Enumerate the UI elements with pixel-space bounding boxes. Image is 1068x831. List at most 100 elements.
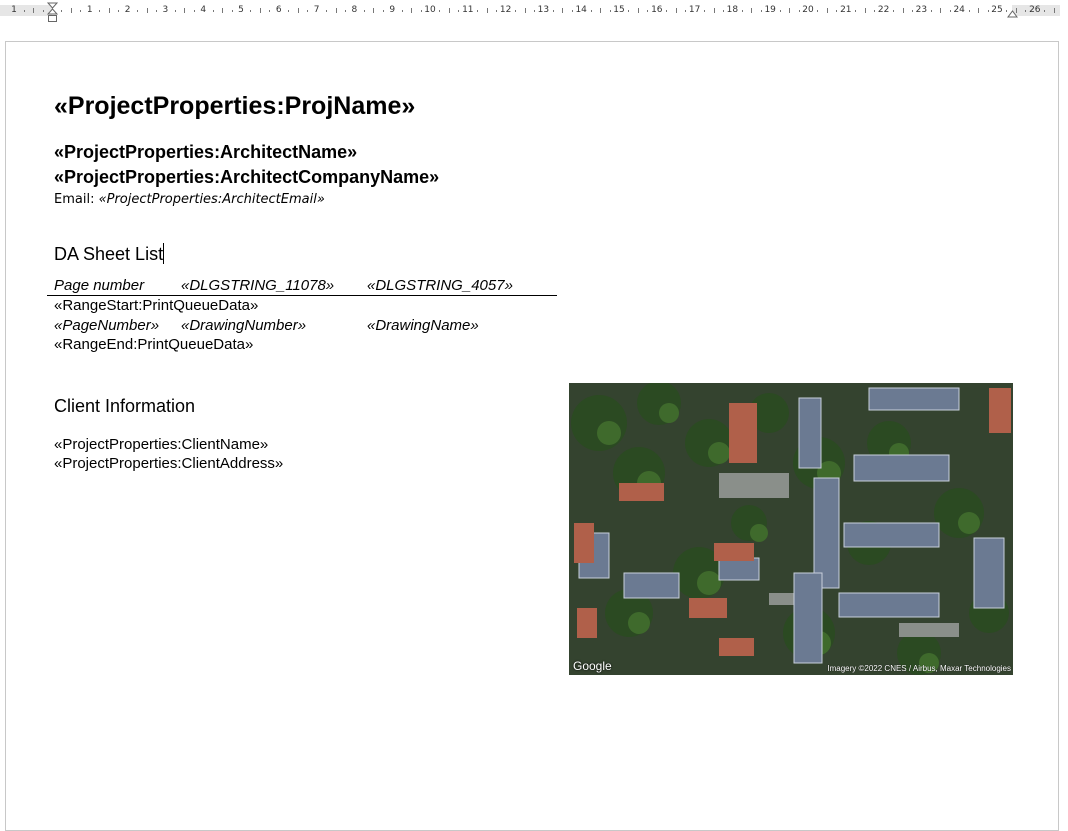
- ruler-tick: [968, 9, 970, 12]
- ruler-number: 2: [124, 5, 131, 15]
- ruler-tick: [713, 8, 715, 13]
- table-header-row[interactable]: Page number «DLGSTRING_11078» «DLGSTRING…: [54, 277, 564, 297]
- ruler-text-area: [52, 5, 1012, 16]
- aerial-map-image[interactable]: Google Imagery ©2022 CNES / Airbus, Maxa…: [569, 383, 1013, 675]
- ruler-tick: [477, 9, 479, 12]
- ruler-tick: [184, 8, 186, 13]
- ruler-tick: [382, 9, 384, 12]
- email-line[interactable]: Email: «ProjectProperties:ArchitectEmail…: [54, 192, 325, 207]
- ruler-tick: [80, 9, 82, 12]
- ruler-tick: [99, 9, 101, 12]
- email-label: Email:: [54, 192, 99, 207]
- ruler-tick: [420, 9, 422, 12]
- ruler-tick: [335, 8, 337, 13]
- ruler-tick: [609, 9, 611, 12]
- ruler-tick: [987, 9, 989, 12]
- ruler-tick: [344, 9, 346, 12]
- ruler-tick: [685, 9, 687, 12]
- ruler-number: 4: [200, 5, 207, 15]
- ruler-number: 14: [575, 5, 587, 15]
- client-address-field[interactable]: «ProjectProperties:ClientAddress»: [54, 455, 283, 472]
- imagery-credit: Imagery ©2022 CNES / Airbus, Maxar Techn…: [827, 664, 1011, 673]
- ruler-tick: [949, 9, 951, 12]
- ruler-tick: [108, 8, 110, 13]
- ruler-tick: [647, 9, 649, 12]
- right-indent-marker-icon[interactable]: [1007, 9, 1018, 18]
- ruler-number: 21: [840, 5, 852, 15]
- ruler-tick: [628, 9, 630, 12]
- ruler-tick: [1025, 9, 1027, 12]
- ruler-number: 9: [389, 5, 396, 15]
- client-name-field[interactable]: «ProjectProperties:ClientName»: [54, 436, 268, 453]
- ruler-number: 1: [86, 5, 93, 15]
- ruler-tick: [893, 9, 895, 12]
- text-cursor: [163, 243, 165, 264]
- ruler-number: 6: [275, 5, 282, 15]
- range-end-field[interactable]: «RangeEnd:PrintQueueData»: [54, 336, 253, 353]
- ruler-number: 23: [915, 5, 928, 15]
- ruler-tick: [751, 8, 753, 13]
- sheet-list-heading[interactable]: DA Sheet List: [54, 243, 165, 265]
- ruler-tick: [590, 9, 592, 12]
- ruler-tick: [458, 9, 460, 12]
- document-page[interactable]: «ProjectProperties:ProjName» «ProjectPro…: [5, 41, 1059, 831]
- ruler-tick: [722, 9, 724, 12]
- ruler-tick: [855, 9, 857, 12]
- ruler-tick: [637, 8, 639, 13]
- ruler-number: 18: [726, 5, 739, 15]
- ruler-tick: [269, 9, 271, 12]
- ruler-number: 16: [651, 5, 663, 15]
- ruler-number: 8: [351, 5, 358, 15]
- client-info-heading[interactable]: Client Information: [54, 396, 195, 417]
- ruler-tick: [70, 8, 72, 13]
- ruler-tick: [137, 9, 139, 12]
- architect-company-field[interactable]: «ProjectProperties:ArchitectCompanyName»: [54, 167, 439, 188]
- ruler-tick: [250, 9, 252, 12]
- architect-email-field[interactable]: «ProjectProperties:ArchitectEmail»: [99, 192, 325, 207]
- range-start-field[interactable]: «RangeStart:PrintQueueData»: [54, 297, 258, 314]
- ruler-tick: [42, 9, 44, 12]
- ruler-number: 13: [537, 5, 550, 15]
- ruler-tick: [760, 9, 762, 12]
- project-name-field[interactable]: «ProjectProperties:ProjName»: [54, 92, 415, 121]
- ruler-tick: [326, 9, 328, 12]
- ruler-number: 7: [313, 5, 320, 15]
- ruler-tick: [297, 8, 299, 13]
- ruler-tick: [1053, 8, 1055, 13]
- ruler-tick: [222, 8, 224, 13]
- header-drawing-name: «DLGSTRING_4057»: [367, 277, 513, 294]
- horizontal-ruler[interactable]: 1 1 2 3 4 5 6 7 8 9 10 11 12 13 14 15 16 17 18 19 20 21 22 23 24…: [0, 0, 1068, 22]
- ruler-number: 11: [462, 5, 474, 15]
- satellite-imagery: [569, 383, 1013, 675]
- ruler-tick: [118, 9, 120, 12]
- ruler-number: 22: [877, 5, 890, 15]
- ruler-tick: [448, 8, 450, 13]
- ruler-tick: [33, 8, 35, 13]
- ruler-tick: [666, 9, 668, 12]
- ruler-tick: [902, 8, 904, 13]
- ruler-tick: [817, 9, 819, 12]
- ruler-tick: [259, 8, 261, 13]
- table-row[interactable]: «PageNumber» «DrawingNumber» «DrawingNam…: [54, 317, 564, 337]
- ruler-tick: [411, 8, 413, 13]
- ruler-number: 1: [11, 5, 17, 15]
- ruler-tick: [486, 8, 488, 13]
- ruler-number: 25: [991, 5, 1003, 15]
- page-number-field: «PageNumber»: [54, 317, 160, 334]
- ruler-tick: [675, 8, 677, 13]
- indent-marker-icon[interactable]: [47, 2, 58, 24]
- ruler-number: 5: [238, 5, 244, 15]
- ruler-number: 26: [1029, 5, 1041, 15]
- ruler-tick: [779, 9, 781, 12]
- ruler-tick: [798, 9, 800, 12]
- ruler-tick: [826, 8, 828, 13]
- ruler-tick: [552, 9, 554, 12]
- ruler-tick: [288, 9, 290, 12]
- drawing-name-field: «DrawingName»: [367, 317, 479, 334]
- ruler-number: 3: [162, 5, 169, 15]
- architect-name-field[interactable]: «ProjectProperties:ArchitectName»: [54, 142, 357, 163]
- ruler-tick: [930, 9, 932, 12]
- ruler-tick: [524, 8, 526, 13]
- ruler-number: 19: [764, 5, 776, 15]
- drawing-number-field: «DrawingNumber»: [181, 317, 307, 334]
